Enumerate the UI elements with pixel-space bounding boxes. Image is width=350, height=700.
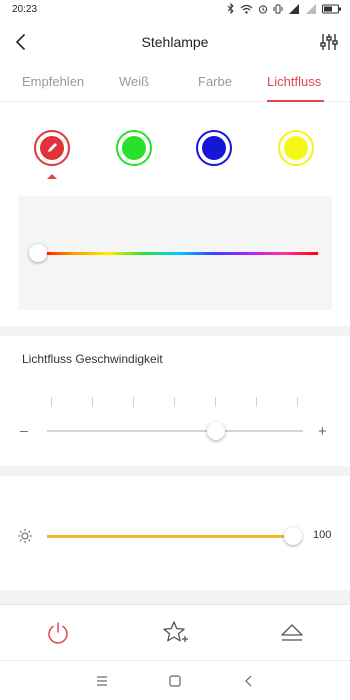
color-preset-blue[interactable] xyxy=(196,130,232,166)
color-preset-green[interactable] xyxy=(116,130,152,166)
brightness-value: 100 xyxy=(313,529,332,541)
color-preset-blue-fill xyxy=(202,136,226,160)
power-icon[interactable] xyxy=(44,619,72,647)
bluetooth-icon xyxy=(227,3,234,14)
brightness-slider-handle[interactable] xyxy=(284,527,302,545)
section-divider xyxy=(0,590,350,604)
app-header: Stehlampe xyxy=(0,22,350,64)
speed-tick xyxy=(297,397,298,407)
speed-tick xyxy=(256,397,257,407)
eject-icon[interactable] xyxy=(278,619,306,647)
battery-icon xyxy=(322,4,341,13)
selected-preset-caret xyxy=(47,174,57,179)
speed-tick xyxy=(215,397,216,407)
speed-tick xyxy=(174,397,175,407)
speed-ticks xyxy=(50,397,300,407)
menu-icon[interactable] xyxy=(94,673,110,689)
section-divider xyxy=(0,466,350,476)
signal-icon xyxy=(289,3,299,14)
system-nav-bar xyxy=(0,660,350,700)
speed-label: Lichtfluss Geschwindigkeit xyxy=(22,352,163,366)
brightness-slider-track[interactable] xyxy=(47,535,295,538)
tab-lichtfluss[interactable]: Lichtfluss xyxy=(267,74,321,89)
spectrum-panel xyxy=(18,196,332,310)
section-divider xyxy=(0,326,350,336)
status-time: 20:23 xyxy=(12,4,38,15)
color-preset-red-fill xyxy=(40,136,64,160)
bottom-action-bar xyxy=(0,604,350,658)
pencil-icon xyxy=(48,143,57,152)
color-preset-row xyxy=(0,130,350,170)
wifi-icon xyxy=(240,4,253,14)
spectrum-slider-handle[interactable] xyxy=(29,244,47,262)
color-preset-yellow-fill xyxy=(284,136,308,160)
speed-tick xyxy=(133,397,134,407)
sun-icon xyxy=(18,529,32,543)
tab-weiss[interactable]: Weiß xyxy=(119,74,149,89)
alarm-icon xyxy=(258,4,268,14)
speed-tick xyxy=(92,397,93,407)
settings-sliders-icon[interactable] xyxy=(318,31,340,53)
speed-slider-track[interactable] xyxy=(47,430,303,432)
speed-tick xyxy=(51,397,52,407)
tab-empfehlen[interactable]: Empfehlen xyxy=(22,74,84,89)
signal-weak-icon xyxy=(306,3,316,14)
speed-slider-handle[interactable] xyxy=(207,422,225,440)
back-icon[interactable] xyxy=(241,673,257,689)
status-icons xyxy=(227,3,342,14)
home-icon[interactable] xyxy=(167,673,183,689)
active-tab-indicator xyxy=(267,100,324,102)
speed-increase-button[interactable]: + xyxy=(318,423,327,440)
star-add-icon[interactable] xyxy=(161,619,189,647)
color-preset-green-fill xyxy=(122,136,146,160)
color-preset-red[interactable] xyxy=(34,130,70,166)
tab-bar: Empfehlen Weiß Farbe Lichtfluss xyxy=(0,64,350,102)
spectrum-slider-track[interactable] xyxy=(38,252,318,255)
speed-decrease-button[interactable]: – xyxy=(20,422,28,438)
status-bar: 20:23 xyxy=(0,0,350,22)
color-preset-yellow[interactable] xyxy=(278,130,314,166)
page-title: Stehlampe xyxy=(141,34,209,50)
vibrate-icon xyxy=(273,4,283,13)
tab-farbe[interactable]: Farbe xyxy=(198,74,232,89)
